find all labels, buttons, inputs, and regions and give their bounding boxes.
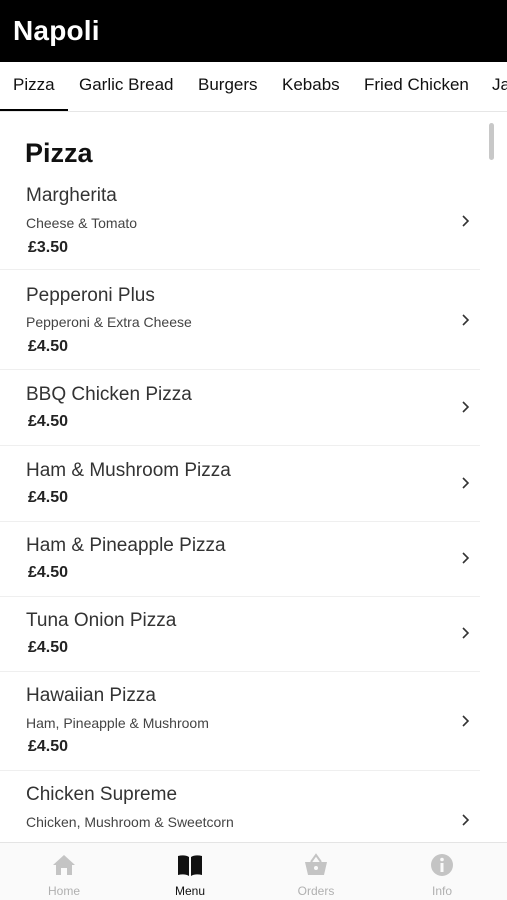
item-description: Pepperoni & Extra Cheese [26,314,192,330]
item-description: Ham, Pineapple & Mushroom [26,715,209,731]
section-title: Pizza [25,138,93,168]
tab-partial[interactable]: Ja [492,62,507,111]
tab-garlic-bread[interactable]: Garlic Bread [79,62,173,111]
item-price: £4.50 [28,738,69,755]
tab-fried-chicken[interactable]: Fried Chicken [364,62,469,111]
category-tabs: Pizza Garlic Bread Burgers Kebabs Fried … [0,62,507,112]
item-description: Chicken, Mushroom & Sweetcorn [26,814,234,830]
nav-info[interactable]: Info [392,843,492,900]
menu-item[interactable]: Margherita Cheese & Tomato £3.50 [0,175,480,270]
basket-icon [305,853,327,875]
nav-orders[interactable]: Orders [266,843,366,900]
menu-item[interactable]: Ham & Mushroom Pizza £4.50 [0,447,480,522]
chevron-right-icon [462,715,470,727]
chevron-right-icon [462,627,470,639]
item-name: Hawaiian Pizza [26,685,156,706]
item-name: Pepperoni Plus [26,285,155,306]
chevron-right-icon [462,314,470,326]
item-description: Cheese & Tomato [26,215,138,231]
nav-menu[interactable]: Menu [140,843,240,900]
menu-item[interactable]: BBQ Chicken Pizza £4.50 [0,371,480,446]
chevron-right-icon [462,215,470,227]
book-icon [178,855,202,876]
nav-home[interactable]: Home [14,843,114,900]
item-name: Margherita [26,185,117,206]
app-title: Napoli [13,15,100,46]
chevron-right-icon [462,814,470,826]
scrollbar[interactable] [489,123,494,160]
menu-item[interactable]: Pepperoni Plus Pepperoni & Extra Cheese … [0,271,480,370]
nav-label: Info [431,884,452,898]
item-price: £4.50 [28,489,69,506]
nav-label: Home [47,884,80,898]
app-header: Napoli [0,0,507,62]
menu-item[interactable]: Ham & Pineapple Pizza £4.50 [0,522,480,597]
info-icon [431,854,453,876]
item-price: £3.50 [28,239,69,256]
item-name: Chicken Supreme [26,784,178,805]
item-name: BBQ Chicken Pizza [26,384,192,405]
nav-label: Menu [174,884,206,898]
tab-pizza[interactable]: Pizza [0,62,68,111]
menu-item[interactable]: Hawaiian Pizza Ham, Pineapple & Mushroom… [0,672,480,771]
item-price: £4.50 [28,564,69,581]
home-icon [53,855,75,875]
item-name: Ham & Pineapple Pizza [26,535,226,556]
nav-label: Orders [297,884,335,898]
menu-item[interactable]: Chicken Supreme Chicken, Mushroom & Swee… [0,772,480,842]
chevron-right-icon [462,552,470,564]
item-price: £4.50 [28,639,69,656]
item-name: Ham & Mushroom Pizza [26,460,231,481]
tab-burgers[interactable]: Burgers [198,62,258,111]
menu-list[interactable]: Pizza Margherita Cheese & Tomato £3.50 P… [0,112,507,842]
menu-item[interactable]: Tuna Onion Pizza £4.50 [0,597,480,672]
chevron-right-icon [462,477,470,489]
item-name: Tuna Onion Pizza [26,610,177,631]
chevron-right-icon [462,401,470,413]
bottom-nav: Home Menu Orders Info [0,842,507,900]
tab-kebabs[interactable]: Kebabs [282,62,340,111]
item-price: £4.50 [28,413,69,430]
item-price: £4.50 [28,338,69,355]
